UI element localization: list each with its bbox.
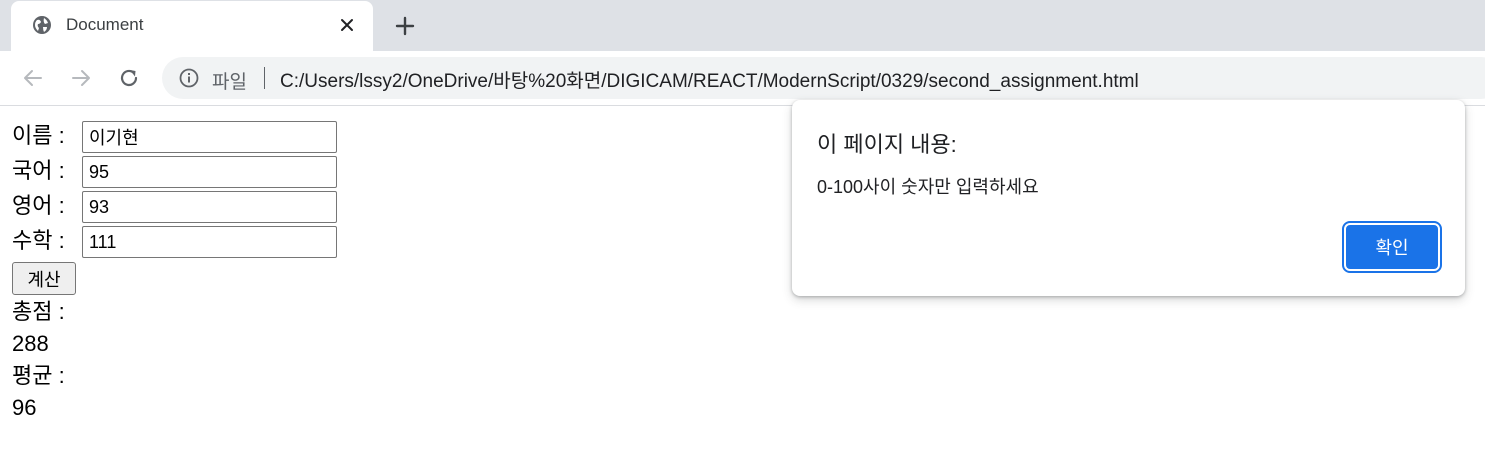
average-label: 평균 :	[12, 363, 65, 388]
arrow-left-icon[interactable]	[20, 65, 46, 91]
address-bar[interactable]: 파일 C:/Users/lssy2/OneDrive/바탕%20화면/DIGIC…	[162, 57, 1485, 99]
chip-divider	[264, 67, 265, 89]
korean-label: 국어 :	[12, 158, 65, 183]
security-label[interactable]: 파일	[212, 67, 247, 94]
average-value: 96	[12, 395, 37, 420]
korean-score-input[interactable]	[82, 156, 337, 188]
tab-document[interactable]: Document	[11, 1, 373, 51]
globe-icon	[33, 16, 51, 34]
name-input[interactable]	[82, 121, 337, 153]
tab-title: Document	[66, 15, 144, 34]
toolbar: 파일 C:/Users/lssy2/OneDrive/바탕%20화면/DIGIC…	[0, 51, 1485, 106]
close-icon[interactable]	[338, 16, 356, 34]
total-label: 총점 :	[12, 299, 65, 324]
alert-dialog: 이 페이지 내용: 0-100사이 숫자만 입력하세요 확인	[792, 100, 1465, 296]
math-score-input[interactable]	[82, 226, 337, 258]
url-text[interactable]: C:/Users/lssy2/OneDrive/바탕%20화면/DIGICAM/…	[280, 66, 1139, 93]
ok-button[interactable]: 확인	[1342, 221, 1442, 273]
total-value: 288	[12, 331, 49, 356]
english-label: 영어 :	[12, 193, 65, 218]
dialog-message: 0-100사이 숫자만 입력하세요	[817, 177, 1039, 197]
info-icon[interactable]	[179, 68, 199, 88]
reload-icon[interactable]	[116, 65, 142, 91]
name-label: 이름 :	[12, 123, 65, 148]
english-score-input[interactable]	[82, 191, 337, 223]
calculate-button[interactable]: 계산	[12, 262, 76, 295]
dialog-title: 이 페이지 내용:	[817, 132, 957, 157]
arrow-right-icon[interactable]	[68, 65, 94, 91]
plus-icon[interactable]	[393, 14, 417, 38]
math-label: 수학 :	[12, 228, 65, 253]
tab-strip: Document	[0, 0, 1485, 51]
